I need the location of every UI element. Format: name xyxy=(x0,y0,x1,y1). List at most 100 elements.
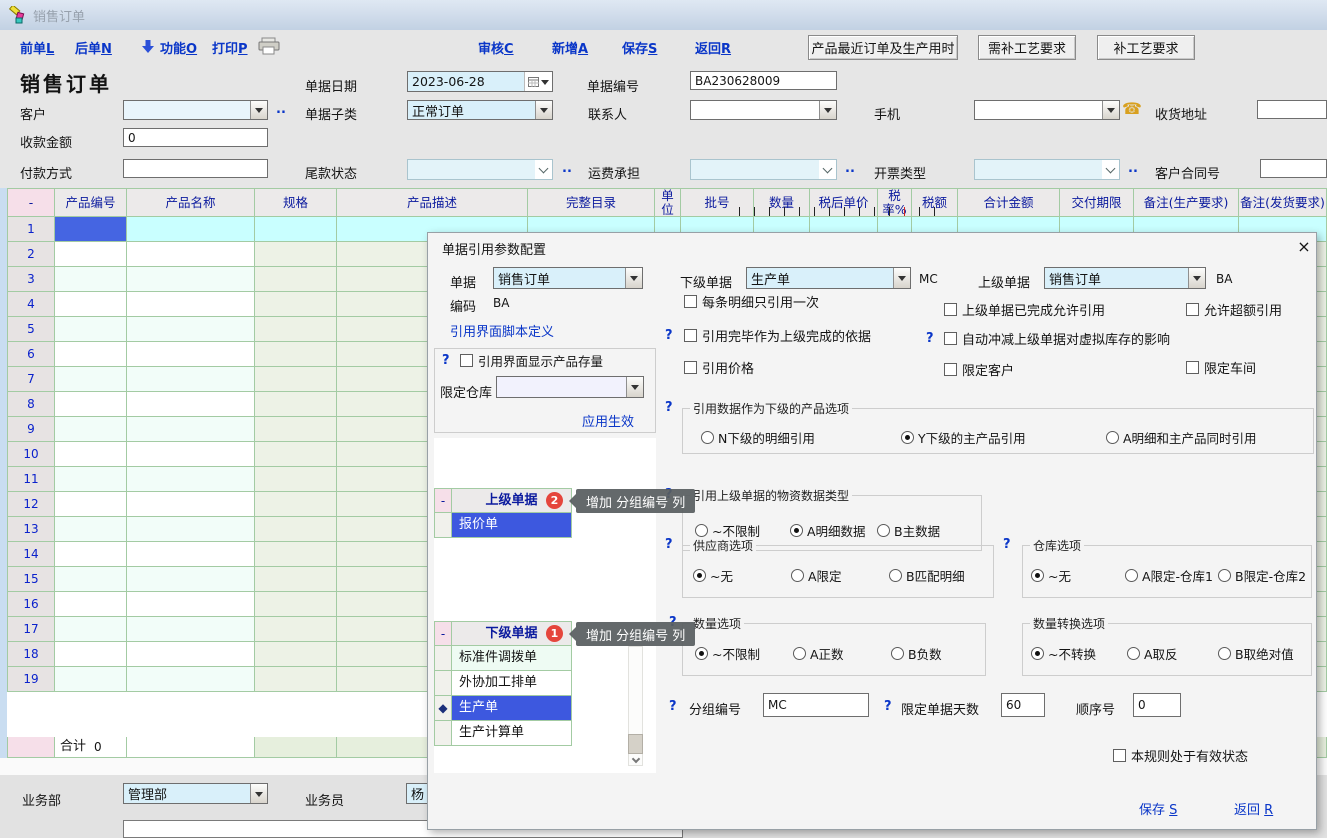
grid-cell[interactable] xyxy=(127,392,255,417)
list-row-gutter[interactable] xyxy=(434,513,452,538)
row-number-cell[interactable]: 3 xyxy=(7,267,55,292)
row-number-cell[interactable]: 1 xyxy=(7,217,55,242)
grid-cell[interactable] xyxy=(127,417,255,442)
column-header[interactable]: 产品描述 xyxy=(337,188,528,217)
column-header[interactable]: 备注(发货要求) xyxy=(1239,188,1327,217)
chevron-down-icon[interactable] xyxy=(1102,160,1119,179)
dropdown-arrow-icon[interactable] xyxy=(626,377,643,397)
column-header[interactable]: 批号 xyxy=(681,188,754,217)
grid-cell[interactable] xyxy=(55,517,127,542)
help-icon[interactable]: ? xyxy=(1003,537,1011,552)
checkbox-icon[interactable] xyxy=(684,361,697,374)
contact-combo[interactable] xyxy=(690,100,837,120)
radio-option[interactable]: B负数 xyxy=(891,644,942,663)
grid-cell[interactable] xyxy=(127,642,255,667)
radio-icon[interactable] xyxy=(1031,569,1044,582)
grid-cell[interactable] xyxy=(55,392,127,417)
toolbar-button-1[interactable]: 需补工艺要求 xyxy=(978,35,1076,60)
grid-cell[interactable] xyxy=(255,617,337,642)
dropdown-arrow-icon[interactable] xyxy=(819,101,836,119)
radio-option[interactable]: B主数据 xyxy=(877,521,940,540)
seq-input[interactable]: 0 xyxy=(1133,693,1181,717)
radio-icon[interactable] xyxy=(791,569,804,582)
toolbar-item-n[interactable]: 后单N xyxy=(75,38,112,57)
checkbox-icon[interactable] xyxy=(1113,749,1126,762)
warehouse-combo[interactable] xyxy=(496,376,644,398)
grid-cell[interactable] xyxy=(255,667,337,692)
action-c[interactable]: 审核C xyxy=(478,38,514,57)
customer-combo[interactable] xyxy=(123,100,268,120)
dialog-save-link[interactable]: 保存 S xyxy=(1139,799,1177,818)
radio-icon[interactable] xyxy=(1218,647,1231,660)
grid-cell[interactable] xyxy=(127,542,255,567)
radio-icon[interactable] xyxy=(695,524,708,537)
row-number-cell[interactable]: 9 xyxy=(7,417,55,442)
radio-option[interactable]: B匹配明细 xyxy=(889,566,965,585)
checkbox-show-stock[interactable]: 引用界面显示产品存量 xyxy=(460,351,603,370)
grid-cell[interactable] xyxy=(255,217,337,242)
list-row-gutter[interactable] xyxy=(434,646,452,671)
apply-link[interactable]: 应用生效 xyxy=(582,411,634,430)
column-header[interactable]: 产品编号 xyxy=(55,188,127,217)
radio-icon[interactable] xyxy=(793,647,806,660)
radio-option[interactable]: A正数 xyxy=(793,644,844,663)
help-icon[interactable]: ? xyxy=(884,699,892,714)
column-header[interactable]: 合计金额 xyxy=(958,188,1060,217)
grid-cell[interactable] xyxy=(127,617,255,642)
row-number-cell[interactable]: 7 xyxy=(7,367,55,392)
freight-combo[interactable] xyxy=(690,159,837,180)
checkbox-icon[interactable] xyxy=(460,354,473,367)
list-item[interactable]: 报价单 xyxy=(452,513,572,538)
radio-option[interactable]: A明细数据 xyxy=(790,521,866,540)
grid-cell[interactable] xyxy=(255,642,337,667)
column-header[interactable]: - xyxy=(7,188,55,217)
help-icon[interactable]: ? xyxy=(442,353,450,368)
dropdown-arrow-icon[interactable] xyxy=(535,101,552,119)
grid-cell[interactable] xyxy=(127,442,255,467)
radio-icon[interactable] xyxy=(790,524,803,537)
column-header[interactable]: 备注(生产要求) xyxy=(1134,188,1239,217)
grid-cell[interactable] xyxy=(55,542,127,567)
radio-option[interactable]: A限定 xyxy=(791,566,842,585)
grid-cell[interactable] xyxy=(55,292,127,317)
grid-cell[interactable] xyxy=(127,592,255,617)
grid-cell[interactable] xyxy=(255,317,337,342)
dept-combo[interactable]: 管理部 xyxy=(123,783,268,804)
parent-doc-combo[interactable]: 销售订单 xyxy=(1044,267,1206,289)
grid-cell[interactable] xyxy=(255,392,337,417)
radio-option[interactable]: A限定-仓库1 xyxy=(1125,566,1213,585)
printer-icon[interactable] xyxy=(258,37,280,55)
grid-cell[interactable] xyxy=(255,417,337,442)
radio-option[interactable]: ~无 xyxy=(693,566,733,585)
grid-cell[interactable] xyxy=(127,467,255,492)
row-number-cell[interactable]: 19 xyxy=(7,667,55,692)
grid-cell[interactable] xyxy=(127,342,255,367)
grid-cell[interactable] xyxy=(127,517,255,542)
grid-cell[interactable] xyxy=(55,267,127,292)
row-number-cell[interactable]: 6 xyxy=(7,342,55,367)
dropdown-arrow-icon[interactable] xyxy=(250,784,267,803)
dropdown-arrow-icon[interactable] xyxy=(1188,268,1205,288)
grid-cell[interactable] xyxy=(55,642,127,667)
scrollbar-thumb[interactable] xyxy=(628,734,643,754)
help-icon[interactable]: ? xyxy=(665,537,673,552)
row-number-cell[interactable]: 16 xyxy=(7,592,55,617)
radio-option[interactable]: N下级的明细引用 xyxy=(701,428,815,447)
help-icon[interactable]: ? xyxy=(669,699,677,714)
grid-cell[interactable] xyxy=(255,567,337,592)
grid-cell[interactable] xyxy=(55,592,127,617)
freight-more-link[interactable]: .. xyxy=(562,161,572,176)
action-a[interactable]: 新增A xyxy=(552,38,588,57)
limit-days-input[interactable]: 60 xyxy=(1001,693,1045,717)
checkbox-icon[interactable] xyxy=(684,329,697,342)
grid-cell[interactable] xyxy=(55,467,127,492)
grid-cell[interactable] xyxy=(127,492,255,517)
contract-input[interactable] xyxy=(1260,159,1327,178)
invoice-more-link[interactable]: .. xyxy=(845,161,855,176)
customer-more-link[interactable]: .. xyxy=(276,102,286,117)
list-row-gutter[interactable] xyxy=(434,721,452,746)
help-icon[interactable]: ? xyxy=(926,331,934,346)
list-row-gutter[interactable]: ◆ xyxy=(434,696,452,721)
grid-cell[interactable] xyxy=(55,217,127,242)
radio-option[interactable]: ~无 xyxy=(1031,566,1071,585)
